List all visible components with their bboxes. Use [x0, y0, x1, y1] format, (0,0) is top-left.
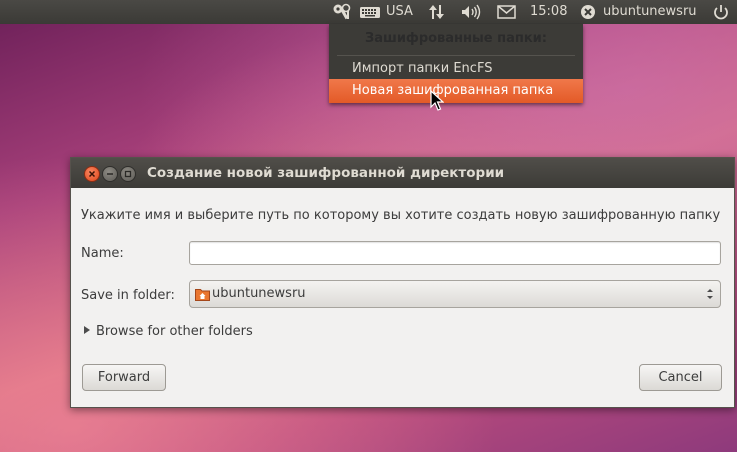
dialog-instruction: Укажите имя и выберите путь по которому …: [81, 208, 721, 223]
menu-header: Зашифрованные папки:: [365, 31, 547, 46]
encfs-keys-icon[interactable]: [331, 0, 353, 24]
keyboard-layout-indicator[interactable]: USA: [386, 0, 413, 24]
menu-item-new-encrypted-folder[interactable]: Новая зашифрованная папка: [329, 79, 583, 103]
encfs-menu: Зашифрованные папки: Импорт папки EncFS …: [329, 24, 583, 103]
save-in-folder-combo[interactable]: ubuntunewsru: [189, 280, 721, 308]
power-icon[interactable]: [712, 0, 730, 24]
user-name[interactable]: ubuntunewsru: [603, 0, 697, 24]
name-label: Name:: [81, 246, 124, 261]
name-input[interactable]: [189, 241, 721, 265]
dialog-titlebar[interactable]: Создание новой зашифрованной директории: [71, 158, 734, 188]
dialog-title: Создание новой зашифрованной директории: [147, 165, 505, 181]
browse-other-folders-expander[interactable]: Browse for other folders: [84, 324, 253, 339]
minimize-icon: [107, 173, 113, 175]
create-encrypted-dir-dialog: Создание новой зашифрованной директории …: [70, 157, 735, 408]
maximize-button[interactable]: [120, 166, 136, 182]
keyboard-icon[interactable]: [359, 0, 381, 24]
menu-divider: [337, 55, 575, 56]
forward-button[interactable]: Forward: [82, 364, 166, 391]
maximize-icon: [124, 170, 132, 178]
close-button[interactable]: [84, 166, 100, 182]
minimize-button[interactable]: [102, 166, 118, 182]
home-folder-icon: [195, 289, 210, 301]
cancel-button[interactable]: Cancel: [639, 364, 722, 391]
combo-arrows-icon: [707, 289, 713, 299]
expander-arrow-icon: [84, 326, 90, 334]
network-icon[interactable]: [427, 0, 447, 24]
close-icon: [88, 170, 96, 178]
mail-icon[interactable]: [497, 0, 517, 24]
mouse-cursor-icon: [430, 90, 444, 111]
menu-item-import-encfs[interactable]: Импорт папки EncFS: [329, 57, 583, 81]
volume-icon[interactable]: [460, 0, 482, 24]
browse-label: Browse for other folders: [96, 324, 253, 339]
user-icon[interactable]: [580, 0, 596, 24]
save-in-folder-label: Save in folder:: [81, 288, 175, 303]
top-panel: USA 15:08 ubuntunewsru: [0, 0, 737, 24]
save-in-folder-value: ubuntunewsru: [212, 286, 306, 301]
menu-item-label: Импорт папки EncFS: [352, 61, 493, 76]
clock[interactable]: 15:08: [530, 0, 567, 24]
